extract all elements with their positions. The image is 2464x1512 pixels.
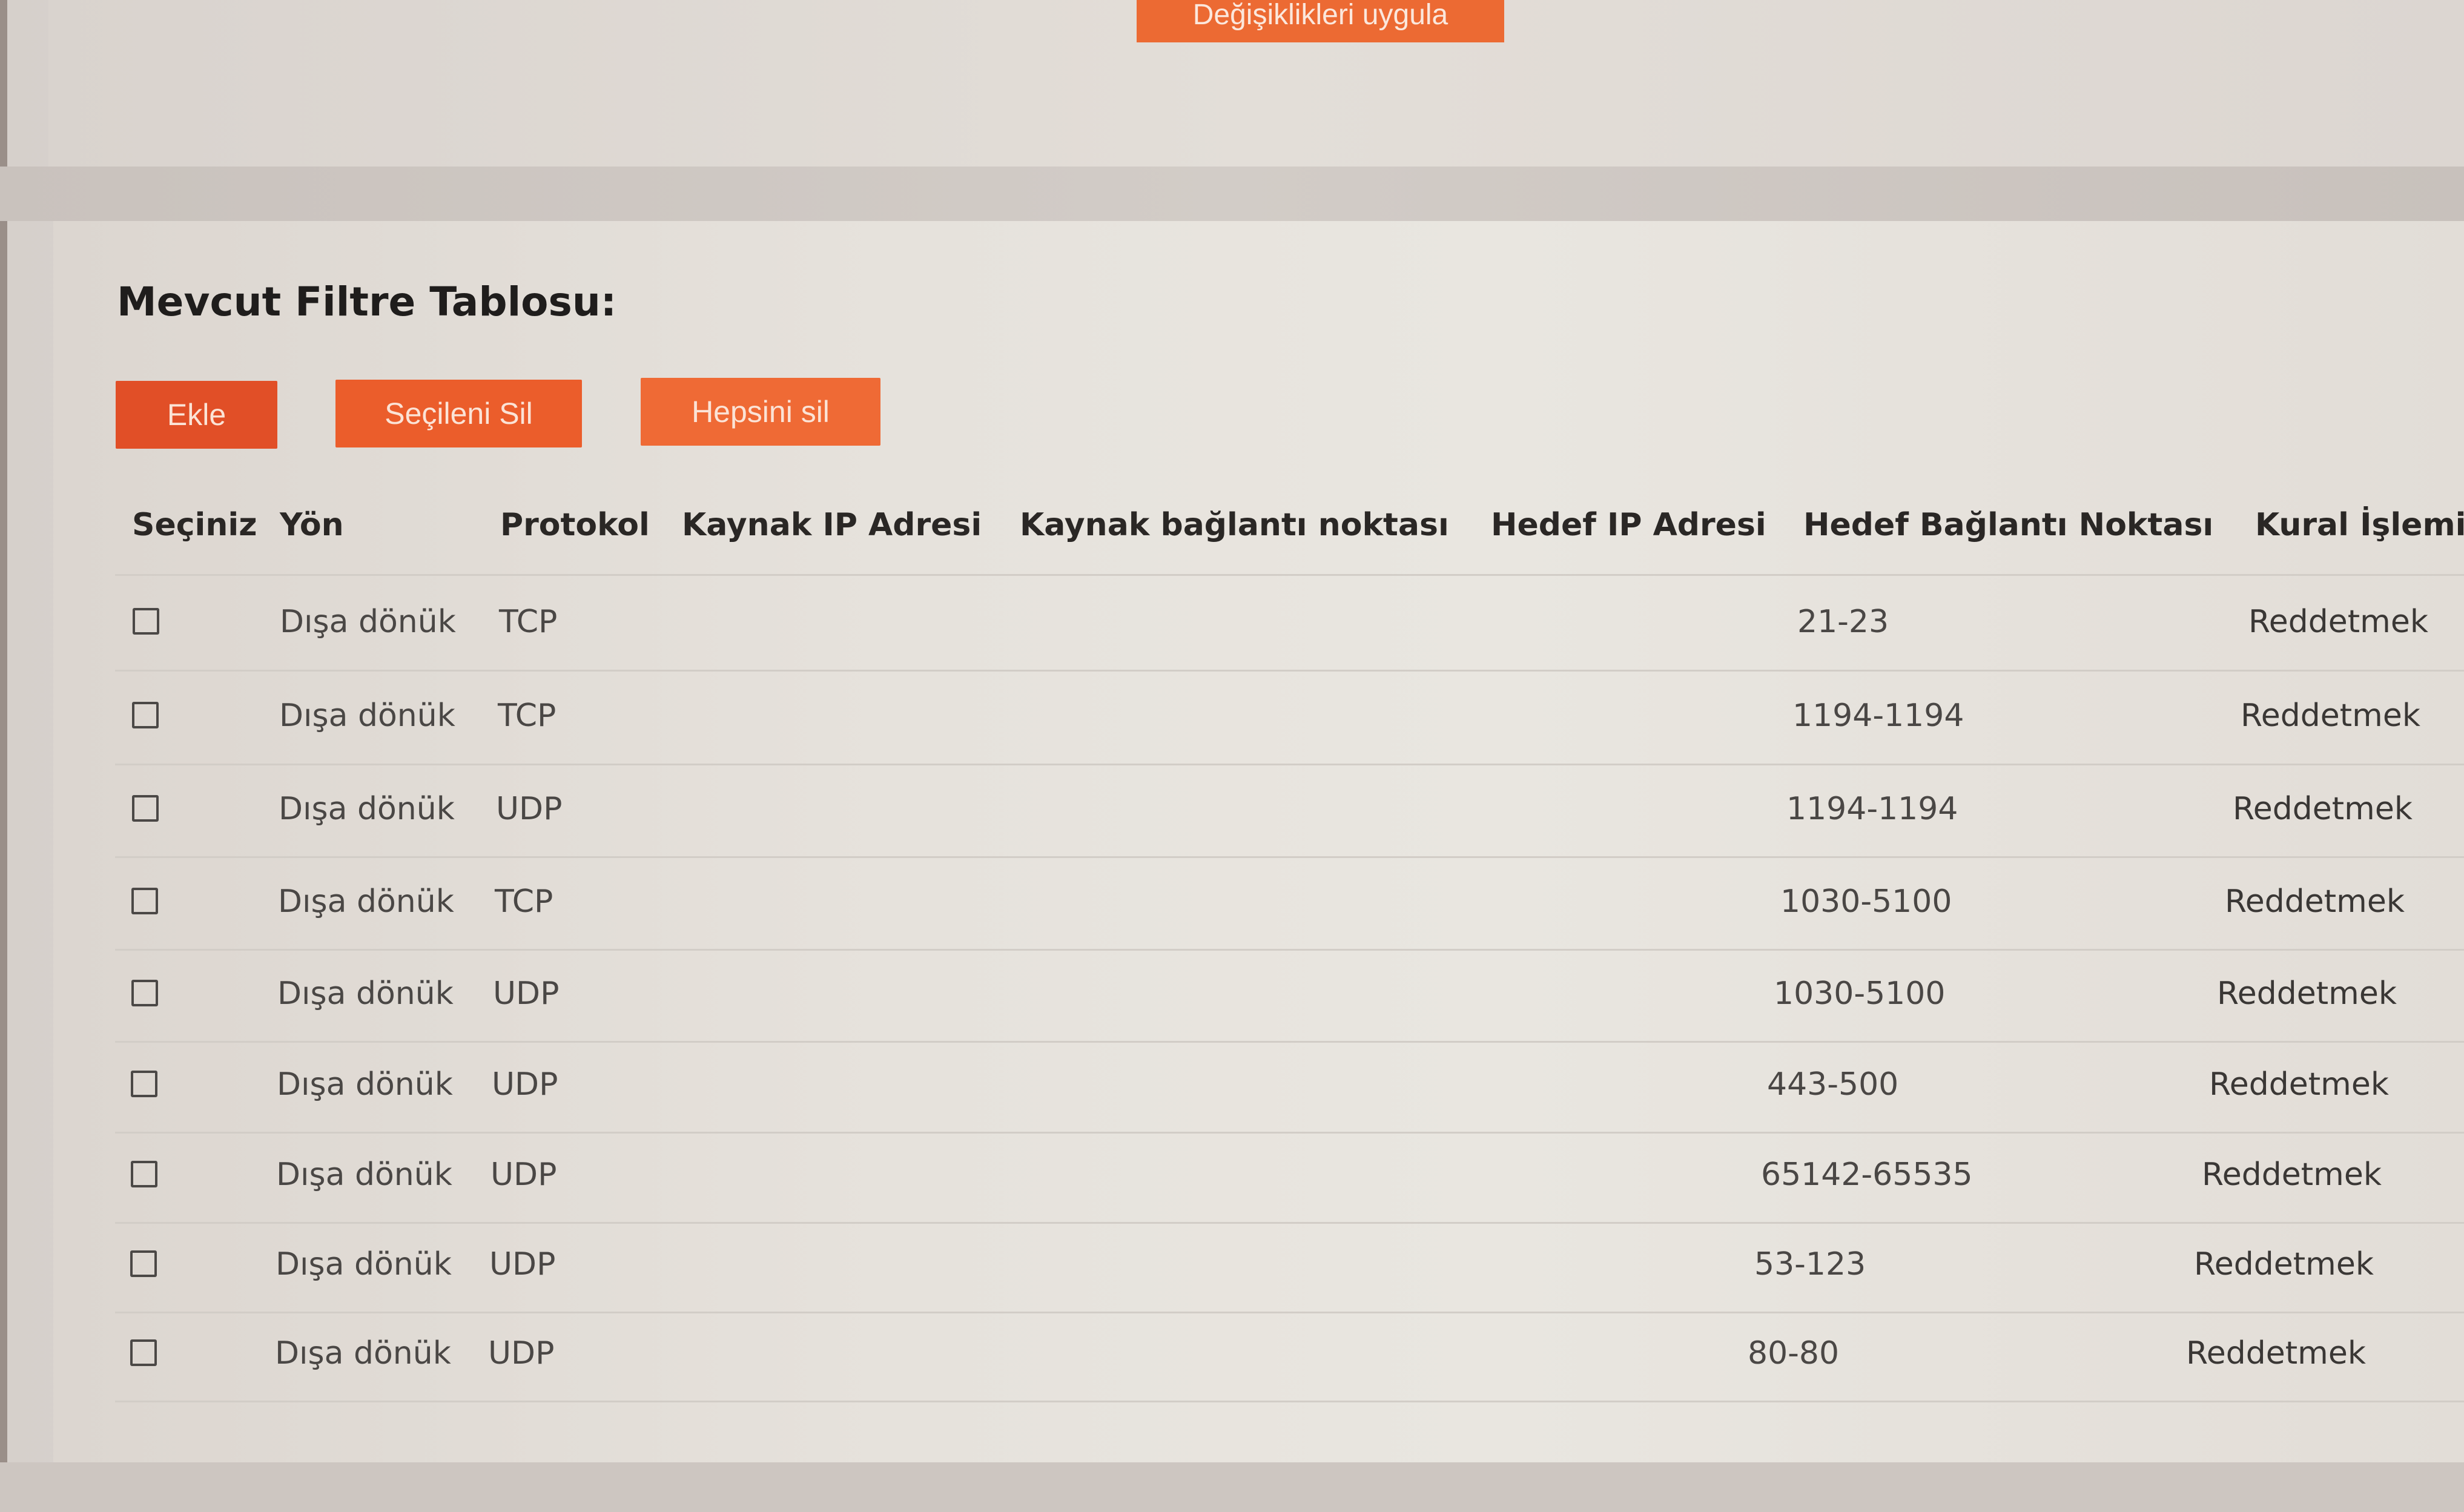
destination-port-cell: 53-123 [1754,1246,1866,1283]
rule-action-cell: Reddetmek [2225,883,2405,920]
page-title: Mevcut Filtre Tablosu: [117,279,617,325]
protocol-cell: UDP [496,791,563,827]
window-edge [0,0,7,1512]
rule-action-cell: Reddetmek [2186,1335,2366,1372]
row-select-checkbox[interactable] [133,608,159,635]
column-header-rule-action: Kural İşlemi [2255,507,2464,543]
protocol-cell: UDP [492,1066,558,1103]
protocol-cell: TCP [499,604,558,640]
column-header-destination-port: Hedef Bağlantı Noktası [1803,507,2214,543]
bottom-band [0,1462,2464,1512]
rule-action-cell: Reddetmek [2202,1157,2382,1193]
direction-cell: Dışa dönük [276,1157,452,1193]
row-select-checkbox[interactable] [131,1161,157,1187]
rule-action-cell: Reddetmek [2209,1066,2389,1103]
direction-cell: Dışa dönük [277,1066,453,1103]
row-select-checkbox[interactable] [132,702,159,728]
panel-separator [0,167,2464,221]
protocol-cell: UDP [493,976,560,1012]
direction-cell: Dışa dönük [278,883,454,920]
row-divider [115,949,2464,951]
row-divider [115,1041,2464,1043]
row-select-checkbox[interactable] [132,795,159,822]
rule-action-cell: Reddetmek [2233,791,2413,827]
add-rule-button[interactable]: Ekle [116,381,277,449]
row-select-checkbox[interactable] [130,1250,157,1277]
destination-port-cell: 65142-65535 [1761,1157,1973,1193]
destination-port-cell: 443-500 [1767,1066,1899,1103]
row-select-checkbox[interactable] [131,888,158,914]
column-header-protocol: Protokol [500,507,650,543]
destination-port-cell: 80-80 [1748,1335,1840,1372]
row-divider [115,856,2464,858]
row-divider [115,670,2464,672]
protocol-cell: UDP [488,1335,555,1372]
row-divider [115,764,2464,765]
apply-changes-button[interactable]: Değişiklikleri uygula [1137,0,1504,42]
direction-cell: Dışa dönük [275,1335,451,1372]
delete-all-button[interactable]: Hepsini sil [641,378,880,446]
direction-cell: Dışa dönük [280,604,456,640]
rule-action-cell: Reddetmek [2217,976,2397,1012]
header-divider [115,574,2464,576]
direction-cell: Dışa dönük [279,698,455,734]
destination-port-cell: 1030-5100 [1780,883,1952,920]
column-header-destination-ip: Hedef IP Adresi [1491,507,1766,543]
column-header-direction: Yön [280,507,344,543]
app-screen: Değişiklikleri uygula Mevcut Filtre Tabl… [0,0,2464,1512]
row-divider [115,1222,2464,1224]
rule-action-cell: Reddetmek [2241,698,2420,734]
direction-cell: Dışa dönük [279,791,455,827]
protocol-cell: TCP [495,883,553,920]
protocol-cell: UDP [490,1157,557,1193]
rule-action-cell: Reddetmek [2194,1246,2374,1283]
destination-port-cell: 1194-1194 [1792,698,1964,734]
row-select-checkbox[interactable] [130,1339,157,1366]
column-header-select: Seçiniz [132,507,257,543]
row-divider [115,1401,2464,1402]
direction-cell: Dışa dönük [277,976,454,1012]
destination-port-cell: 1194-1194 [1786,791,1958,827]
rule-action-cell: Reddetmek [2248,604,2428,640]
row-select-checkbox[interactable] [131,1071,157,1097]
row-divider [115,1132,2464,1134]
destination-port-cell: 21-23 [1797,604,1889,640]
destination-port-cell: 1030-5100 [1774,976,1946,1012]
protocol-cell: UDP [489,1246,556,1283]
delete-selected-button[interactable]: Seçileni Sil [335,380,582,447]
row-select-checkbox[interactable] [131,980,158,1006]
column-header-source-ip: Kaynak IP Adresi [682,507,982,543]
row-divider [115,1312,2464,1313]
direction-cell: Dışa dönük [276,1246,452,1283]
column-header-source-port: Kaynak bağlantı noktası [1020,507,1449,543]
protocol-cell: TCP [498,698,557,734]
